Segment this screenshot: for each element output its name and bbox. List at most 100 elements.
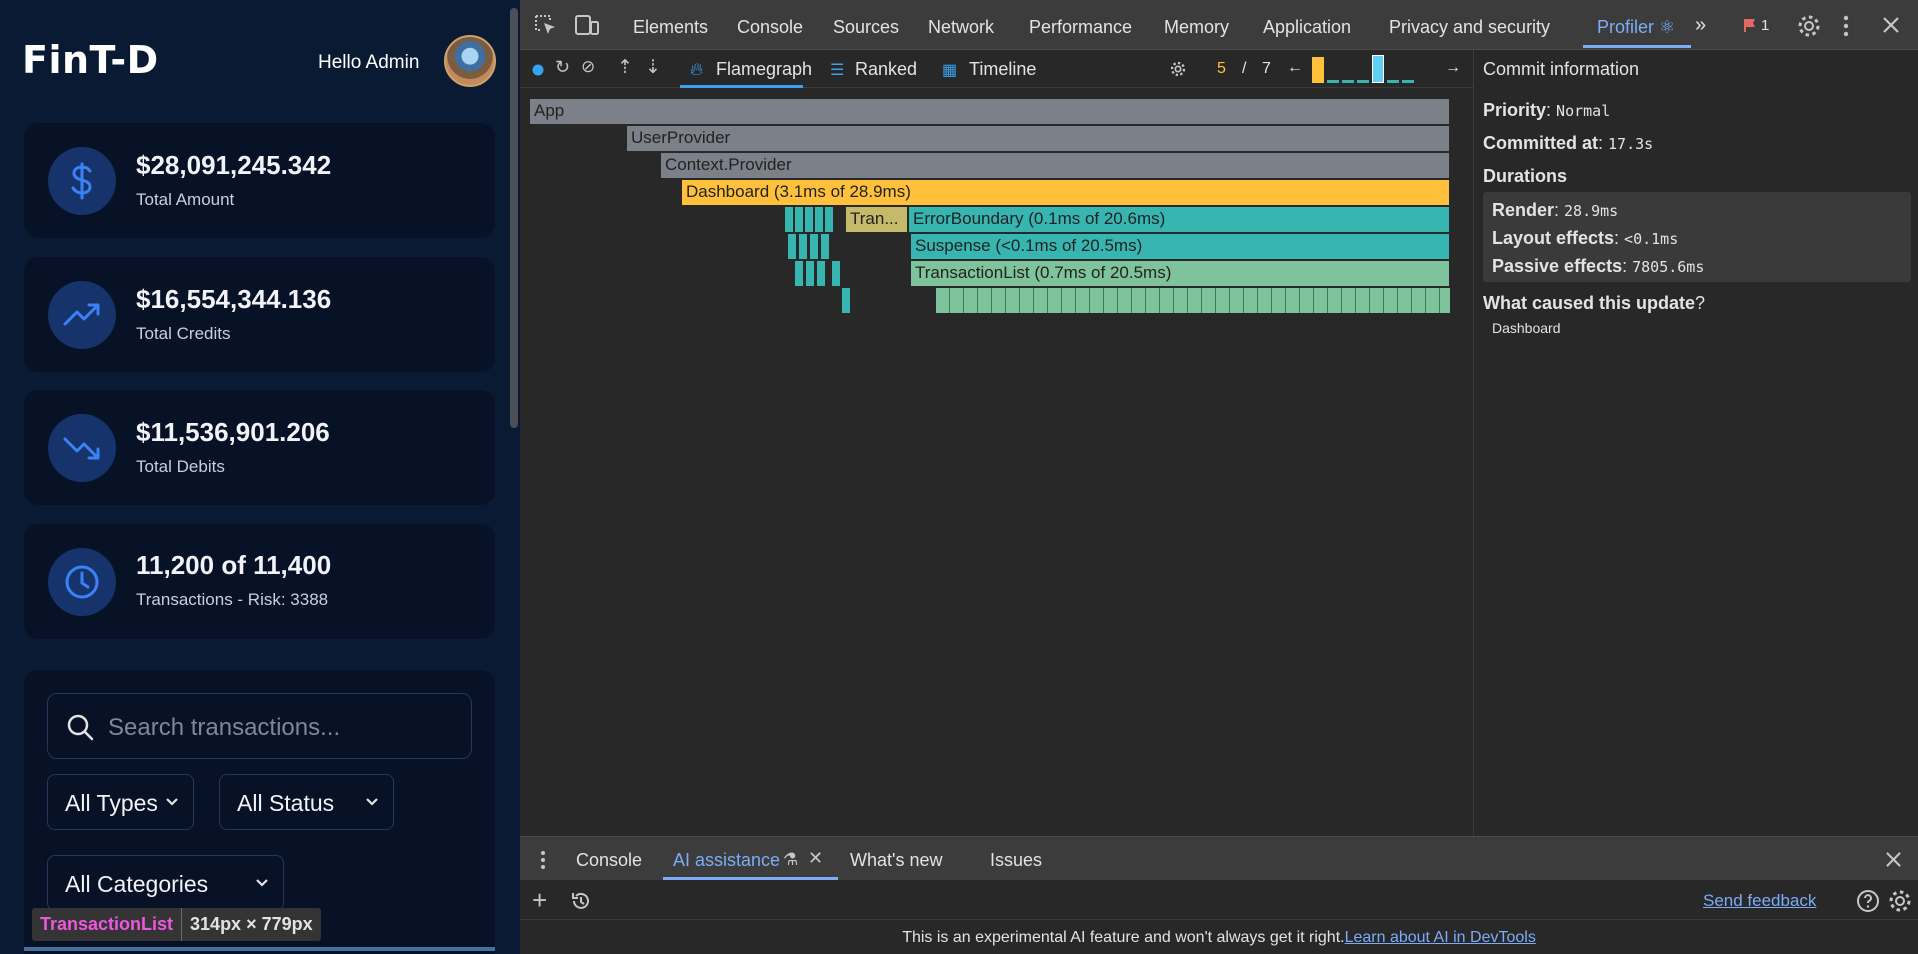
stat-label: Total Credits <box>136 324 231 343</box>
flame-node[interactable] <box>817 261 826 286</box>
close-devtools-icon[interactable] <box>1882 16 1900 34</box>
clear-profile-icon[interactable]: ⊘ <box>581 57 595 77</box>
drawer-tab-console[interactable]: Console <box>576 850 642 871</box>
flame-node-suspense[interactable]: Suspense (<0.1ms of 20.5ms) <box>911 234 1450 259</box>
stat-card-total-credits: $16,554,344.136 Total Credits <box>24 257 495 372</box>
tooltip-component-name: TransactionList <box>32 908 183 941</box>
category-select[interactable]: All Categories <box>47 855 284 911</box>
flame-node-error-boundary[interactable]: ErrorBoundary (0.1ms of 20.6ms) <box>909 207 1450 232</box>
stat-value: $11,536,901.206 <box>136 417 330 447</box>
flame-node[interactable] <box>832 261 841 286</box>
flame-node-user-provider[interactable]: UserProvider <box>627 126 1450 151</box>
reload-profile-icon[interactable]: ↻ <box>555 57 570 78</box>
type-select[interactable]: All Types <box>47 774 194 830</box>
view-ranked[interactable]: Ranked <box>855 59 917 80</box>
tab-performance[interactable]: Performance <box>1029 17 1132 38</box>
send-feedback-link[interactable]: Send feedback <box>1703 891 1816 911</box>
flame-node[interactable] <box>825 207 834 232</box>
view-flamegraph[interactable]: Flamegraph <box>716 59 812 80</box>
tab-network[interactable]: Network <box>928 17 994 38</box>
devtools-panel: Elements Console Sources Network Perform… <box>520 0 1918 954</box>
tab-memory[interactable]: Memory <box>1164 17 1229 38</box>
tab-console[interactable]: Console <box>737 17 803 38</box>
search-input[interactable]: Search transactions... <box>47 693 472 759</box>
new-chat-plus-icon[interactable]: + <box>532 885 547 916</box>
commit-bar[interactable] <box>1342 80 1354 83</box>
tab-sources[interactable]: Sources <box>833 17 899 38</box>
flame-node[interactable] <box>799 234 808 259</box>
issues-flag-icon[interactable] <box>1742 17 1758 33</box>
avatar[interactable] <box>444 35 496 87</box>
issue-count[interactable]: 1 <box>1761 17 1769 34</box>
inspect-element-icon[interactable] <box>534 14 558 36</box>
flame-node[interactable] <box>806 261 815 286</box>
flame-node-dashboard[interactable]: Dashboard (3.1ms of 28.9ms) <box>682 180 1450 205</box>
drawer-tab-issues[interactable]: Issues <box>990 850 1042 871</box>
status-select[interactable]: All Status <box>219 774 394 830</box>
profiler-toolbar: ↻ ⊘ ⇡ ⇣ 🔥︎ Flamegraph ☰ Ranked ▦ Timelin… <box>520 50 1473 88</box>
record-icon[interactable] <box>532 64 544 76</box>
app-scrollbar[interactable] <box>508 0 520 954</box>
scrollbar-thumb[interactable] <box>510 8 518 428</box>
drawer-tab-ai-assistance[interactable]: AI assistance <box>673 850 780 871</box>
help-icon[interactable] <box>1856 889 1880 913</box>
highlight-bar <box>24 947 495 951</box>
profiler-settings-icon[interactable] <box>1170 61 1186 77</box>
stat-value: 11,200 of 11,400 <box>136 550 332 580</box>
next-commit-button[interactable]: → <box>1445 59 1461 77</box>
history-icon[interactable] <box>570 890 592 912</box>
stat-card-transactions: 11,200 of 11,400 Transactions - Risk: 33… <box>24 524 495 639</box>
app-panel: FinT-D Hello Admin $28,091,245.342 Total… <box>0 0 520 954</box>
update-cause-component[interactable]: Dashboard <box>1492 320 1561 336</box>
flame-node[interactable] <box>795 207 804 232</box>
ai-settings-gear-icon[interactable] <box>1888 889 1912 913</box>
close-tab-icon[interactable]: ✕ <box>808 848 823 869</box>
more-options-icon[interactable] <box>1842 15 1850 37</box>
drawer-tabbar: Console AI assistance ⚗ ✕ What's new Iss… <box>520 836 1918 880</box>
flame-node[interactable] <box>810 234 819 259</box>
commit-bar[interactable] <box>1357 80 1369 83</box>
type-select-value: All Types <box>65 790 158 816</box>
tab-profiler[interactable]: Profiler ⚛ <box>1597 17 1675 38</box>
render-row: Render: 28.9ms <box>1492 200 1619 220</box>
tab-elements[interactable]: Elements <box>633 17 708 38</box>
ai-disclaimer: This is an experimental AI feature and w… <box>520 920 1918 954</box>
view-timeline[interactable]: Timeline <box>969 59 1036 80</box>
flame-node[interactable] <box>815 207 824 232</box>
flame-node[interactable] <box>788 234 797 259</box>
flame-node-transaction-list[interactable]: TransactionList (0.7ms of 20.5ms) <box>911 261 1450 286</box>
flame-node-context-provider[interactable]: Context.Provider <box>661 153 1450 178</box>
flame-node[interactable] <box>842 288 851 313</box>
commit-bar-selected[interactable] <box>1372 55 1384 83</box>
commit-bar[interactable] <box>1402 80 1414 83</box>
drawer-tab-whats-new[interactable]: What's new <box>850 850 942 871</box>
commit-bar[interactable] <box>1387 80 1399 83</box>
flame-node-row[interactable] <box>936 288 1450 313</box>
flame-node[interactable] <box>785 207 794 232</box>
device-toolbar-icon[interactable] <box>574 14 600 36</box>
tab-privacy-security[interactable]: Privacy and security <box>1389 17 1550 38</box>
load-profile-icon[interactable]: ⇡ <box>617 56 633 79</box>
flame-node[interactable] <box>795 261 804 286</box>
prev-commit-button[interactable]: ← <box>1287 59 1303 77</box>
commit-bar[interactable] <box>1327 80 1339 83</box>
durations-heading: Durations <box>1483 166 1568 186</box>
flame-node[interactable] <box>805 207 814 232</box>
drawer-menu-icon[interactable] <box>540 850 546 870</box>
priority-row: Priority: Normal <box>1483 100 1611 120</box>
active-tab-indicator <box>1583 45 1691 48</box>
clock-icon <box>48 548 116 616</box>
flame-node-app[interactable]: App <box>530 99 1450 124</box>
flame-node-tran[interactable]: Tran... <box>846 207 908 232</box>
brand-logo: FinT-D <box>22 38 159 82</box>
flame-node[interactable] <box>821 234 830 259</box>
more-tabs-icon[interactable]: » <box>1695 14 1706 37</box>
close-drawer-icon[interactable] <box>1885 851 1902 868</box>
save-profile-icon[interactable]: ⇣ <box>645 56 661 79</box>
commit-bar[interactable] <box>1312 57 1324 83</box>
learn-about-ai-link[interactable]: Learn about AI in DevTools <box>1345 929 1536 946</box>
commit-selector[interactable] <box>1312 55 1422 83</box>
tab-application[interactable]: Application <box>1263 17 1351 38</box>
greeting: Hello Admin <box>318 52 420 73</box>
settings-gear-icon[interactable] <box>1797 14 1821 38</box>
